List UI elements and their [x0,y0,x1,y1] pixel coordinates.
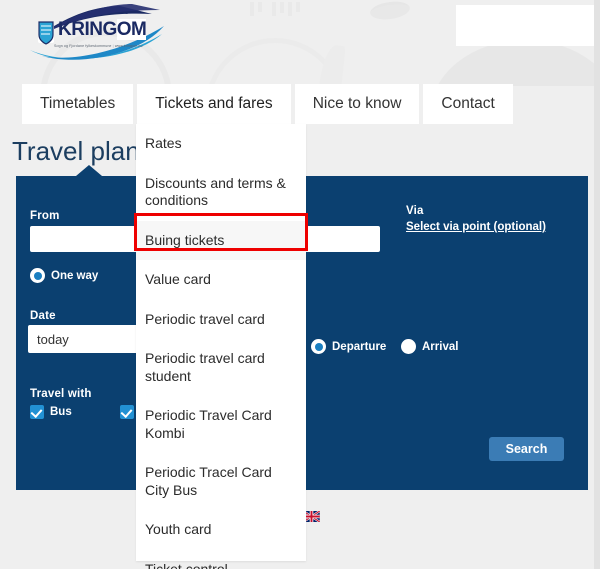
radio-one-way[interactable] [30,268,45,283]
dropdown-item-periodic-travel-card[interactable]: Periodic travel card [136,300,306,340]
site-logo[interactable]: KRINGOM Sogn og Fjordane fylkeskommune |… [12,4,172,66]
dropdown-item-discounts-and-terms[interactable]: Discounts and terms & conditions [136,164,306,221]
checkbox-secondary[interactable] [120,405,134,419]
radio-one-way-label: One way [51,269,99,282]
radio-departure-label: Departure [332,340,387,353]
nav-item-nice-to-know[interactable]: Nice to know [294,84,420,124]
via-link[interactable]: Select via point (optional) [406,221,546,233]
panel-notch [76,165,102,176]
top-right-panel [456,5,600,46]
site-header: KRINGOM Sogn og Fjordane fylkeskommune |… [0,0,600,86]
search-button[interactable]: Search [489,437,564,461]
travel-with-bus[interactable]: Bus [30,405,72,419]
page-root: KRINGOM Sogn og Fjordane fylkeskommune |… [0,0,600,569]
travel-with-label: Travel with [30,388,92,400]
dropdown-item-rates[interactable]: Rates [136,124,306,164]
checkbox-bus-label: Bus [50,406,72,418]
time-mode-arrival[interactable]: Arrival [401,339,458,354]
tagline-separator: | [112,44,114,48]
page-scrollbar[interactable] [594,0,600,569]
dropdown-item-periodic-travel-card-student[interactable]: Periodic travel card student [136,339,306,396]
logo-text-primary: KRING [58,19,117,40]
logo-tagline: Sogn og Fjordane fylkeskommune | www.kri… [54,44,143,48]
dropdown-item-periodic-travel-card-kombi[interactable]: Periodic Travel Card Kombi [136,396,306,453]
dropdown-item-buing-tickets[interactable]: Buing tickets [136,220,306,260]
trip-type-one-way[interactable]: One way [30,268,98,283]
dropdown-item-periodic-travel-card-city-bus[interactable]: Periodic Tracel Card City Bus [136,453,306,510]
checkbox-bus[interactable] [30,405,44,419]
date-label: Date [30,310,56,322]
nav-item-tickets-and-fares[interactable]: Tickets and fares [137,84,291,124]
tickets-and-fares-dropdown: Rates Discounts and terms & conditions B… [136,124,306,569]
tagline-org: Sogn og Fjordane fylkeskommune [54,44,112,48]
dropdown-item-youth-card[interactable]: Youth card [136,510,306,550]
dropdown-item-value-card[interactable]: Value card [136,260,306,300]
dropdown-item-ticket-control[interactable]: Ticket control [136,550,306,569]
time-mode-departure[interactable]: Departure [311,339,386,354]
radio-arrival-label: Arrival [422,340,459,353]
nav-item-timetables[interactable]: Timetables [22,84,134,124]
nav-item-contact[interactable]: Contact [423,84,513,124]
via-label: Via [406,205,424,217]
main-navigation: Timetables Tickets and fares Nice to kno… [22,84,517,124]
from-label: From [30,210,60,222]
radio-departure[interactable] [311,339,326,354]
tagline-url: www.kringom.no [114,44,143,48]
logo-text-secondary: OM [116,19,147,40]
radio-arrival[interactable] [401,339,416,354]
